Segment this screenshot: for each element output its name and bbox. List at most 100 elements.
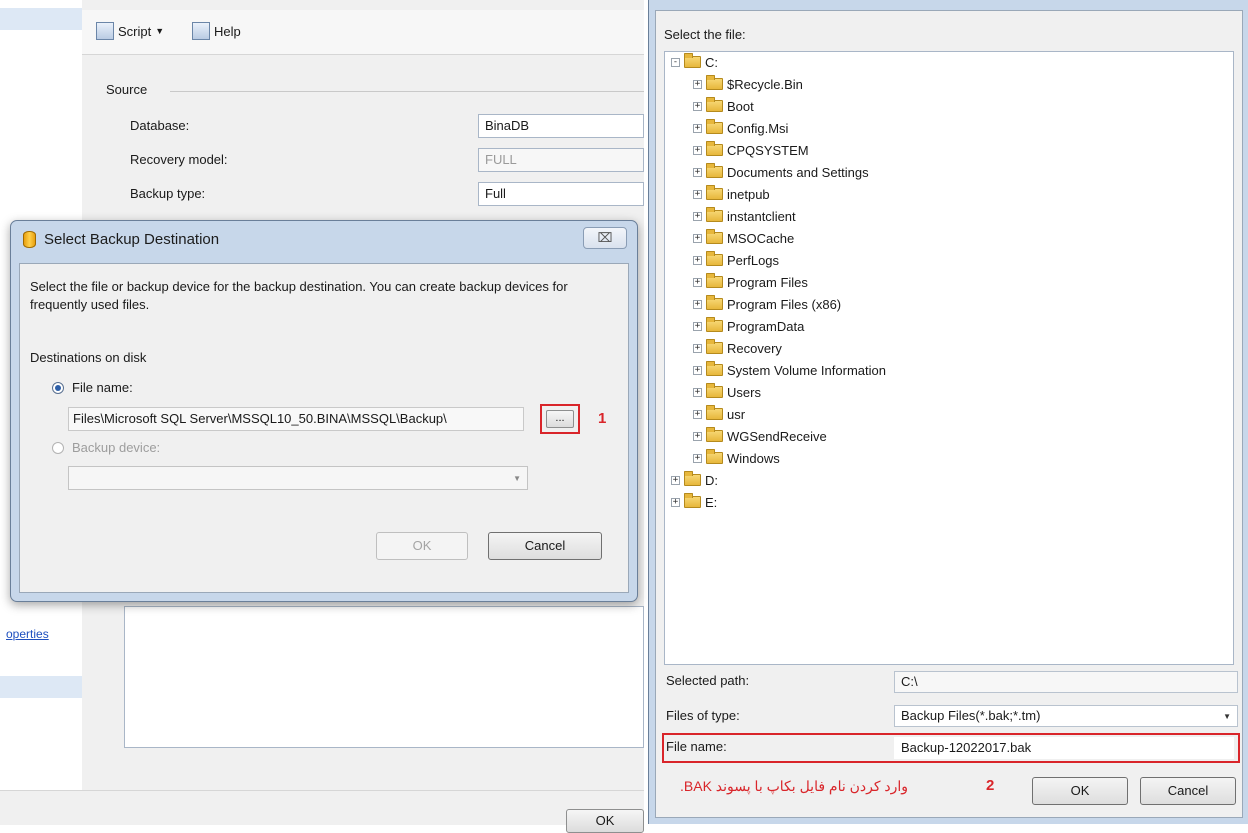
- expand-icon[interactable]: +: [693, 431, 702, 441]
- tree-node-label: C:: [705, 54, 718, 70]
- folder-icon: [706, 361, 723, 376]
- progress-page-item[interactable]: [0, 676, 82, 698]
- properties-link[interactable]: operties: [6, 627, 49, 641]
- tree-node[interactable]: + PerfLogs: [693, 250, 779, 270]
- script-icon: [96, 22, 114, 40]
- expand-icon[interactable]: +: [693, 321, 702, 331]
- folder-icon: [706, 207, 723, 222]
- tree-node-label: Recovery: [727, 340, 782, 356]
- tree-node-label: System Volume Information: [727, 362, 886, 378]
- tree-node-label: instantclient: [727, 208, 796, 224]
- backup-type-field[interactable]: Full: [478, 182, 644, 206]
- destinations-label: Destinations on disk: [30, 350, 147, 365]
- dialog-title-bar: Select Backup Destination: [23, 231, 219, 248]
- tree-node-label: Documents and Settings: [727, 164, 869, 180]
- tree-node[interactable]: + Windows: [693, 448, 780, 468]
- expand-icon[interactable]: +: [693, 189, 702, 199]
- tree-node-e[interactable]: + E:: [671, 492, 717, 512]
- expand-icon[interactable]: +: [693, 123, 702, 133]
- tree-node[interactable]: + Boot: [693, 96, 754, 116]
- browse-button[interactable]: ...: [546, 410, 574, 428]
- folder-icon: [684, 53, 701, 68]
- folder-icon: [706, 427, 723, 442]
- expand-icon[interactable]: +: [693, 409, 702, 419]
- files-of-type-select[interactable]: Backup Files(*.bak;*.tm) ▼: [894, 705, 1238, 727]
- tree-node[interactable]: + Config.Msi: [693, 118, 788, 138]
- folder-icon: [706, 141, 723, 156]
- file-name-input[interactable]: Backup-12022017.bak: [894, 737, 1234, 759]
- backup-device-select[interactable]: ▼: [68, 466, 528, 490]
- folder-icon: [706, 97, 723, 112]
- chevron-down-icon: ▼: [155, 26, 165, 36]
- tree-node[interactable]: + usr: [693, 404, 745, 424]
- expand-icon[interactable]: +: [693, 145, 702, 155]
- folder-icon: [706, 295, 723, 310]
- locate-ok-button[interactable]: OK: [1032, 777, 1128, 805]
- database-icon: [23, 231, 36, 248]
- folder-icon: [706, 317, 723, 332]
- selected-page-item[interactable]: [0, 8, 82, 30]
- destination-list[interactable]: [124, 606, 644, 748]
- expand-icon[interactable]: +: [693, 167, 702, 177]
- locate-backup-file-dialog: Select the file: - C: + $Recycle.Bin + Boo…: [648, 0, 1248, 824]
- radio-selected-icon: [52, 381, 64, 394]
- folder-icon: [706, 383, 723, 398]
- tree-node[interactable]: + instantclient: [693, 206, 796, 226]
- expand-icon[interactable]: +: [671, 475, 680, 485]
- expand-icon[interactable]: +: [693, 101, 702, 111]
- file-name-radio[interactable]: File name:: [52, 380, 133, 395]
- tree-node[interactable]: + CPQSYSTEM: [693, 140, 809, 160]
- instruction-note: وارد کردن نام فایل بکاپ با پسوند BAK.: [680, 778, 909, 794]
- tree-node[interactable]: + Recovery: [693, 338, 782, 358]
- tree-node[interactable]: + Users: [693, 382, 761, 402]
- tree-node[interactable]: + Documents and Settings: [693, 162, 869, 182]
- expand-icon[interactable]: +: [693, 277, 702, 287]
- cancel-button[interactable]: Cancel: [488, 532, 602, 560]
- folder-icon: [706, 229, 723, 244]
- expand-icon[interactable]: +: [693, 299, 702, 309]
- ok-button[interactable]: OK: [376, 532, 468, 560]
- dialog-body: Select the file or backup device for the…: [19, 263, 629, 593]
- expand-icon[interactable]: +: [693, 79, 702, 89]
- close-button[interactable]: ⌧: [583, 227, 627, 249]
- tree-node-label: CPQSYSTEM: [727, 142, 809, 158]
- expand-icon[interactable]: +: [671, 497, 680, 507]
- script-button[interactable]: Script ▼: [96, 22, 164, 40]
- tree-node-c[interactable]: - C:: [671, 52, 718, 72]
- folder-icon: [706, 339, 723, 354]
- tree-node[interactable]: + Program Files (x86): [693, 294, 841, 314]
- folder-icon: [706, 449, 723, 464]
- expand-icon[interactable]: +: [693, 255, 702, 265]
- folder-icon: [706, 75, 723, 90]
- expand-icon[interactable]: +: [693, 211, 702, 221]
- tree-node[interactable]: + MSOCache: [693, 228, 794, 248]
- expand-icon[interactable]: +: [693, 453, 702, 463]
- tree-node-d[interactable]: + D:: [671, 470, 718, 490]
- chevron-down-icon: ▼: [513, 474, 521, 483]
- backup-device-radio[interactable]: Backup device:: [52, 440, 160, 455]
- folder-tree[interactable]: - C: + $Recycle.Bin + Boot + Config.Msi + CP…: [664, 51, 1234, 665]
- expand-icon[interactable]: +: [693, 343, 702, 353]
- locate-cancel-button[interactable]: Cancel: [1140, 777, 1236, 805]
- locate-dialog-body: Select the file: - C: + $Recycle.Bin + Boo…: [655, 10, 1243, 818]
- tree-node[interactable]: + $Recycle.Bin: [693, 74, 803, 94]
- help-button[interactable]: Help: [192, 22, 241, 40]
- expand-icon[interactable]: +: [693, 233, 702, 243]
- database-field[interactable]: BinaDB: [478, 114, 644, 138]
- file-path-input[interactable]: Files\Microsoft SQL Server\MSSQL10_50.BI…: [68, 407, 524, 431]
- files-of-type-label: Files of type:: [666, 708, 740, 723]
- expand-icon[interactable]: +: [693, 387, 702, 397]
- collapse-icon[interactable]: -: [671, 57, 680, 67]
- database-label: Database:: [130, 118, 190, 133]
- backup-ok-button[interactable]: OK: [566, 809, 644, 833]
- tree-node-label: ProgramData: [727, 318, 805, 334]
- tree-node-label: Config.Msi: [727, 120, 789, 136]
- folder-icon: [706, 251, 723, 266]
- tree-node[interactable]: + ProgramData: [693, 316, 804, 336]
- radio-unselected-icon: [52, 441, 64, 454]
- tree-node[interactable]: + WGSendReceive: [693, 426, 827, 446]
- expand-icon[interactable]: +: [693, 365, 702, 375]
- tree-node[interactable]: + Program Files: [693, 272, 808, 292]
- tree-node[interactable]: + System Volume Information: [693, 360, 886, 380]
- tree-node[interactable]: + inetpub: [693, 184, 770, 204]
